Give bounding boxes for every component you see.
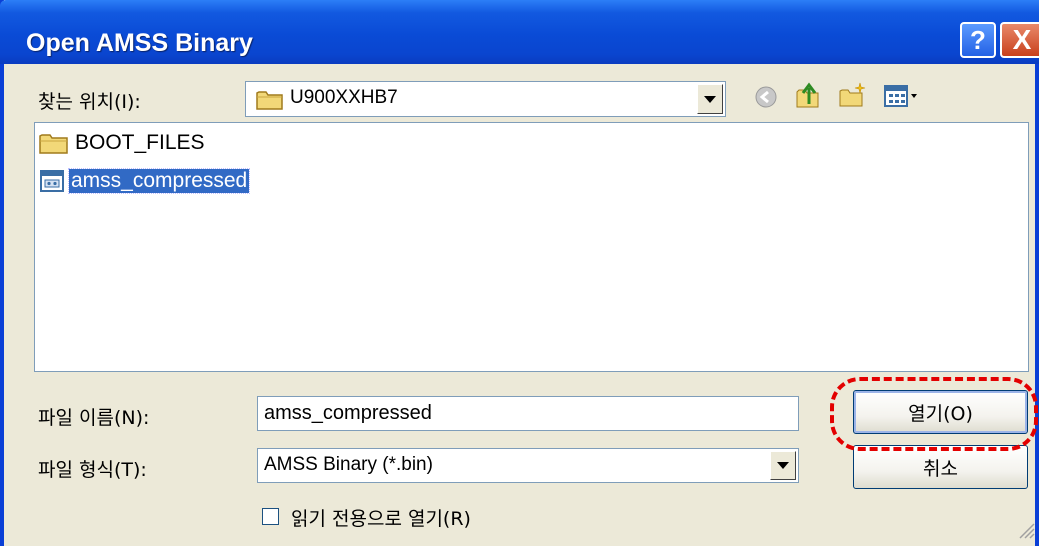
title-bar[interactable]: Open AMSS Binary ? X [0, 0, 1039, 64]
open-dialog: Open AMSS Binary ? X 찾는 위치(I): U900XXHB7 [0, 0, 1039, 546]
chevron-down-icon[interactable] [770, 451, 796, 480]
chevron-down-icon[interactable] [697, 84, 723, 114]
readonly-label: 읽기 전용으로 열기(R) [291, 508, 471, 530]
close-button[interactable]: X [1000, 22, 1039, 58]
open-button[interactable]: 열기(O) [853, 390, 1028, 434]
readonly-checkbox[interactable] [262, 508, 279, 525]
folder-icon [39, 131, 69, 155]
look-in-dropdown[interactable]: U900XXHB7 [245, 81, 726, 117]
resize-grip-icon[interactable] [1014, 518, 1036, 540]
filename-input[interactable]: amss_compressed [257, 396, 799, 431]
back-icon[interactable] [754, 85, 778, 109]
new-folder-icon[interactable] [838, 81, 868, 109]
up-folder-icon[interactable] [794, 80, 824, 110]
folder-icon [256, 89, 284, 111]
file-item-amss-compressed[interactable]: amss_compressed [39, 167, 251, 195]
filetype-dropdown[interactable]: AMSS Binary (*.bin) [257, 448, 799, 483]
help-button[interactable]: ? [960, 22, 996, 58]
binary-file-icon [39, 168, 65, 194]
file-name: BOOT_FILES [75, 131, 205, 154]
filename-label: 파일 이름(N): [38, 407, 150, 429]
filetype-label: 파일 형식(T): [38, 459, 147, 481]
file-item-boot-files[interactable]: BOOT_FILES [39, 129, 207, 157]
filetype-value: AMSS Binary (*.bin) [264, 454, 433, 475]
file-list[interactable]: BOOT_FILES amss_compressed [34, 122, 1029, 372]
view-menu-icon[interactable] [884, 84, 920, 108]
look-in-label: 찾는 위치(I): [38, 91, 141, 113]
cancel-button[interactable]: 취소 [853, 445, 1028, 489]
file-name: amss_compressed [67, 168, 251, 194]
window-title: Open AMSS Binary [26, 29, 253, 57]
look-in-value: U900XXHB7 [290, 87, 398, 108]
filename-value: amss_compressed [264, 402, 432, 424]
